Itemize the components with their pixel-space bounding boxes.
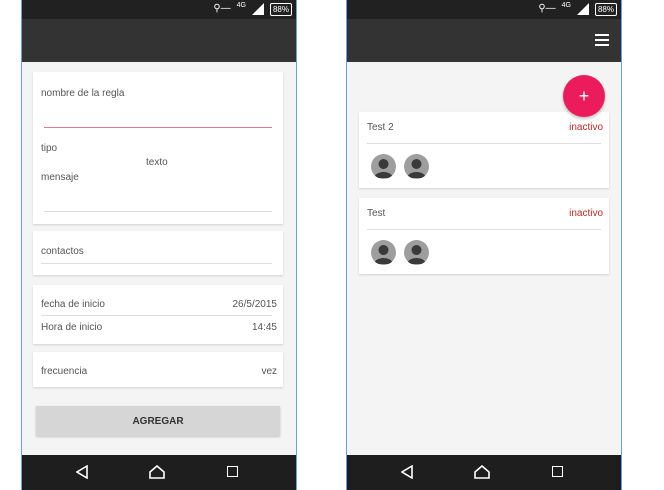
start-date-value[interactable]: 26/5/2015 [233, 299, 278, 310]
home-icon[interactable] [474, 465, 490, 479]
avatar-icon [371, 240, 396, 265]
contacts-underline [41, 263, 272, 264]
frequency-label: frecuencia [41, 366, 88, 377]
app-bar [22, 19, 296, 62]
rule-card[interactable]: Test 2 inactivo [359, 112, 609, 188]
battery-icon: 88% [594, 2, 617, 16]
avatar-icon [404, 154, 429, 179]
key-icon: ⚲— [538, 3, 556, 14]
status-bar: ⚲— 4G 88% [22, 0, 296, 19]
rule-name: Test [367, 208, 386, 219]
back-icon[interactable] [401, 465, 413, 479]
network-type: 4G [236, 1, 246, 9]
message-label: mensaje [41, 172, 79, 183]
home-icon[interactable] [149, 465, 165, 479]
rule-card[interactable]: Test inactivo [359, 198, 609, 274]
type-select[interactable]: texto [146, 157, 168, 168]
rule-form-card: nombre de la regla tipo texto mensaje [33, 72, 283, 224]
rule-name-label: nombre de la regla [41, 88, 125, 99]
frequency-card[interactable]: frecuencia vez [33, 352, 283, 387]
schedule-divider [41, 315, 272, 316]
recents-icon[interactable] [227, 466, 238, 477]
schedule-card: fecha de inicio 26/5/2015 Hora de inicio… [33, 285, 283, 344]
menu-icon[interactable] [595, 34, 609, 46]
battery-icon: 88% [269, 2, 292, 16]
avatar-icon [371, 154, 396, 179]
phone-screen-left: ⚲— 4G 88% nombre de la regla tipo texto … [21, 0, 297, 490]
rule-name: Test 2 [367, 122, 394, 133]
key-icon: ⚲— [213, 3, 231, 14]
status-bar: ⚲— 4G 88% [347, 0, 621, 19]
back-icon[interactable] [76, 465, 88, 479]
add-rule-fab[interactable]: + [563, 75, 605, 117]
add-button[interactable]: AGREGAR [36, 406, 280, 436]
contacts-card[interactable]: contactos [33, 231, 283, 275]
contacts-label: contactos [41, 246, 84, 257]
type-label: tipo [41, 143, 58, 154]
recents-icon[interactable] [552, 466, 563, 477]
avatar-icon [404, 240, 429, 265]
navigation-bar [347, 455, 621, 490]
message-input[interactable] [44, 211, 272, 212]
rule-divider [367, 229, 601, 230]
start-time-value[interactable]: 14:45 [252, 322, 277, 333]
rule-status[interactable]: inactivo [569, 208, 603, 219]
start-date-label: fecha de inicio [41, 299, 105, 310]
app-bar [347, 19, 621, 62]
rule-status[interactable]: inactivo [569, 122, 603, 133]
navigation-bar [22, 455, 296, 490]
signal-icon [251, 3, 264, 15]
phone-screen-right: ⚲— 4G 88% Test 2 inactivo Test inactivo … [346, 0, 622, 490]
rule-name-input[interactable] [44, 127, 272, 128]
start-time-label: Hora de inicio [41, 322, 103, 333]
rule-divider [367, 143, 601, 144]
network-type: 4G [561, 1, 571, 9]
signal-icon [576, 3, 589, 15]
frequency-value[interactable]: vez [261, 366, 277, 377]
